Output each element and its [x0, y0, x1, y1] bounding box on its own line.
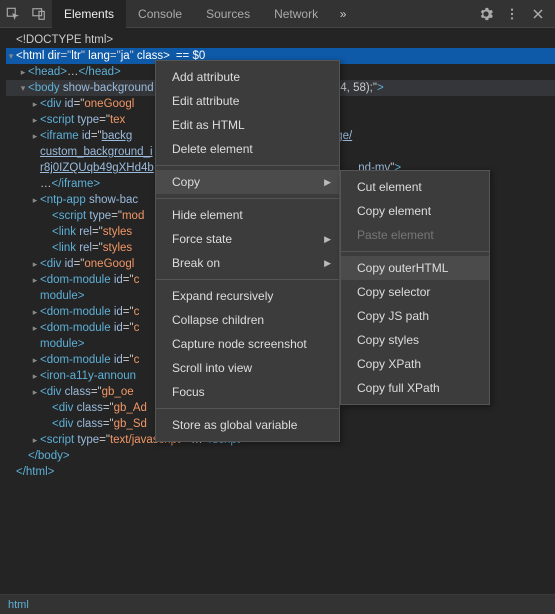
submenu-item-cut-element[interactable]: Cut element [341, 175, 489, 199]
menu-item-add-attribute[interactable]: Add attribute [156, 65, 339, 89]
tab-network[interactable]: Network [262, 0, 330, 28]
submenu-item-copy-js-path[interactable]: Copy JS path [341, 304, 489, 328]
dom-node[interactable]: </html> [6, 464, 555, 480]
submenu-item-copy-element[interactable]: Copy element [341, 199, 489, 223]
device-toggle-icon[interactable] [26, 0, 52, 28]
menu-item-focus[interactable]: Focus [156, 380, 339, 404]
disclosure-triangle[interactable]: ▸ [30, 304, 40, 320]
submenu-item-copy-selector[interactable]: Copy selector [341, 280, 489, 304]
menu-item-collapse-children[interactable]: Collapse children [156, 308, 339, 332]
tab-sources[interactable]: Sources [194, 0, 262, 28]
submenu-arrow-icon: ▶ [324, 234, 331, 245]
submenu-item-copy-xpath[interactable]: Copy XPath [341, 352, 489, 376]
disclosure-triangle[interactable]: ▸ [30, 256, 40, 272]
close-icon[interactable] [525, 0, 551, 28]
dom-node[interactable]: </body> [6, 448, 555, 464]
disclosure-triangle[interactable]: ▸ [30, 192, 40, 208]
tab-console[interactable]: Console [126, 0, 194, 28]
disclosure-triangle[interactable]: ▸ [30, 432, 40, 448]
submenu-arrow-icon: ▶ [324, 177, 331, 188]
disclosure-triangle[interactable]: ▸ [30, 352, 40, 368]
menu-item-scroll-into-view[interactable]: Scroll into view [156, 356, 339, 380]
breadcrumb-bar: html [0, 594, 555, 614]
disclosure-triangle[interactable]: ▸ [30, 320, 40, 336]
devtools-toolbar: ElementsConsoleSourcesNetwork » [0, 0, 555, 28]
kebab-menu-icon[interactable] [499, 0, 525, 28]
disclosure-triangle[interactable]: ▸ [30, 368, 40, 384]
disclosure-triangle[interactable]: ▸ [30, 128, 40, 144]
menu-item-delete-element[interactable]: Delete element [156, 137, 339, 161]
disclosure-triangle[interactable]: ▸ [30, 384, 40, 400]
context-menu: Add attributeEdit attributeEdit as HTMLD… [155, 60, 340, 442]
inspect-icon[interactable] [0, 0, 26, 28]
disclosure-triangle[interactable]: ▾ [18, 80, 28, 96]
settings-icon[interactable] [473, 0, 499, 28]
disclosure-triangle[interactable]: ▾ [6, 48, 16, 64]
disclosure-triangle[interactable]: ▸ [30, 96, 40, 112]
submenu-item-copy-full-xpath[interactable]: Copy full XPath [341, 376, 489, 400]
submenu-item-copy-outerhtml[interactable]: Copy outerHTML [341, 256, 489, 280]
submenu-item-paste-element: Paste element [341, 223, 489, 247]
menu-item-capture-node-screenshot[interactable]: Capture node screenshot [156, 332, 339, 356]
submenu-arrow-icon: ▶ [324, 258, 331, 269]
copy-submenu: Cut elementCopy elementPaste element Copy… [340, 170, 490, 405]
menu-item-expand-recursively[interactable]: Expand recursively [156, 284, 339, 308]
menu-item-edit-attribute[interactable]: Edit attribute [156, 89, 339, 113]
dom-node[interactable]: <!DOCTYPE html> [6, 32, 555, 48]
submenu-item-copy-styles[interactable]: Copy styles [341, 328, 489, 352]
menu-item-force-state[interactable]: Force state▶ [156, 227, 339, 251]
menu-item-break-on[interactable]: Break on▶ [156, 251, 339, 275]
menu-item-copy[interactable]: Copy▶ [156, 170, 339, 194]
disclosure-triangle[interactable]: ▸ [30, 112, 40, 128]
disclosure-triangle[interactable]: ▸ [30, 272, 40, 288]
more-tabs-icon[interactable]: » [330, 0, 356, 28]
menu-item-store-as-global-variable[interactable]: Store as global variable [156, 413, 339, 437]
menu-item-edit-as-html[interactable]: Edit as HTML [156, 113, 339, 137]
disclosure-triangle[interactable]: ▸ [18, 64, 28, 80]
menu-item-hide-element[interactable]: Hide element [156, 203, 339, 227]
breadcrumb-item[interactable]: html [8, 599, 29, 611]
tab-elements[interactable]: Elements [52, 0, 126, 28]
